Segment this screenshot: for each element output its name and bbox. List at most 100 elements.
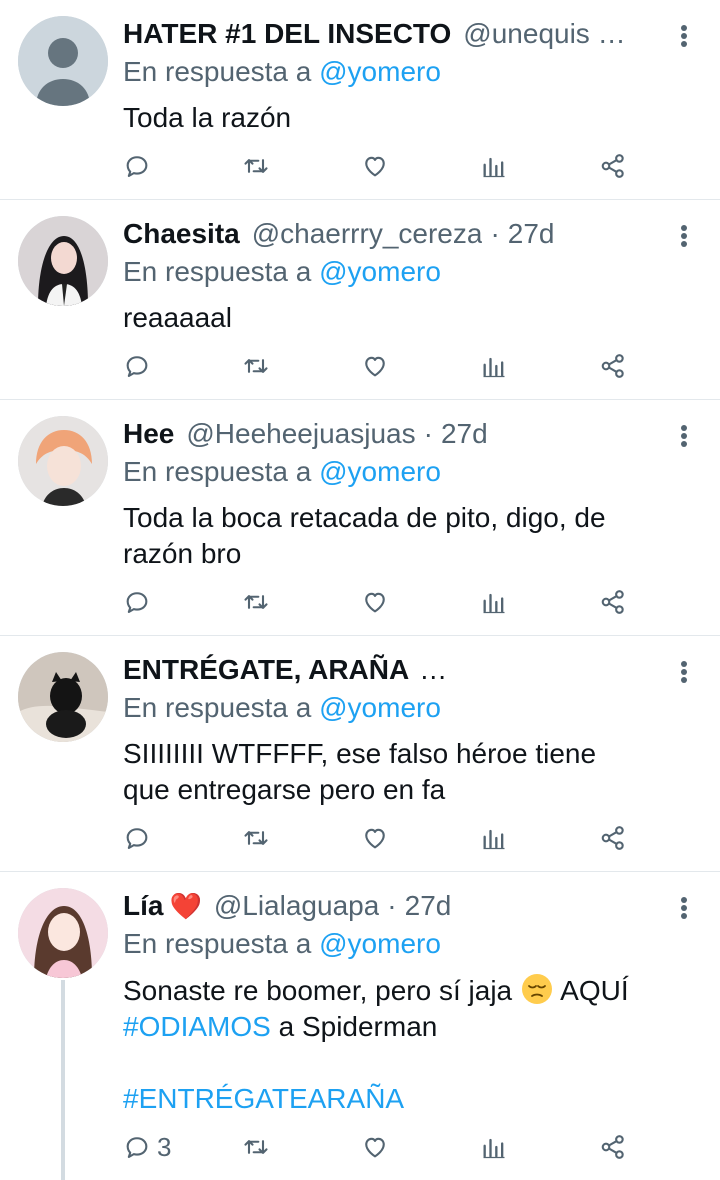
reply-mention-link[interactable]: @yomero bbox=[319, 456, 441, 487]
avatar[interactable] bbox=[18, 652, 108, 742]
tweet-text: Sonaste re boomer, pero sí jaja AQUÍ #OD… bbox=[123, 972, 664, 1117]
more-vertical-icon[interactable] bbox=[674, 894, 694, 922]
tweet-text: Toda la boca retacada de pito, digo, de … bbox=[123, 500, 664, 572]
tweet-text: reaaaaal bbox=[123, 300, 664, 336]
like-button[interactable] bbox=[361, 586, 389, 618]
reply-mention-link[interactable]: @yomero bbox=[319, 56, 441, 87]
reply-button[interactable] bbox=[123, 586, 151, 618]
user-handle[interactable]: @unequis … bbox=[463, 16, 625, 52]
separator-dot: · bbox=[387, 890, 397, 921]
retweet-icon bbox=[242, 588, 270, 616]
tweet-text-line: Toda la boca retacada de pito, digo, de bbox=[123, 502, 606, 533]
reply-icon bbox=[123, 824, 151, 852]
tweet[interactable]: Hee @Heeheejuasjuas · 27d En respuesta a… bbox=[0, 400, 720, 636]
heart-icon bbox=[361, 1133, 389, 1161]
replies-feed: HATER #1 DEL INSECTO @unequis … En respu… bbox=[0, 0, 720, 1180]
share-button[interactable] bbox=[599, 350, 627, 382]
tweet-age[interactable]: 27d bbox=[441, 416, 488, 452]
name-truncation: … bbox=[419, 654, 448, 685]
heart-icon bbox=[361, 824, 389, 852]
retweet-icon bbox=[242, 352, 270, 380]
tweet-text-line: Toda la razón bbox=[123, 102, 292, 133]
tweet-age[interactable]: 27d bbox=[508, 216, 555, 252]
reply-count: 3 bbox=[157, 1131, 172, 1162]
display-name[interactable]: Hee bbox=[123, 416, 174, 452]
share-icon bbox=[599, 1133, 627, 1161]
tweet[interactable]: ENTRÉGATE, ARAÑA … En respuesta a @yomer… bbox=[0, 636, 720, 872]
display-name[interactable]: Chaesita bbox=[123, 216, 240, 252]
user-handle[interactable]: @Heeheejuasjuas bbox=[186, 416, 415, 452]
tweet[interactable]: HATER #1 DEL INSECTO @unequis … En respu… bbox=[0, 0, 720, 200]
retweet-button[interactable] bbox=[242, 586, 270, 618]
user-handle[interactable]: @chaerrry_cereza bbox=[252, 216, 483, 252]
reply-mention-link[interactable]: @yomero bbox=[319, 928, 441, 959]
user-photo-icon bbox=[18, 652, 108, 742]
display-name[interactable]: Lía bbox=[123, 888, 163, 924]
like-button[interactable] bbox=[361, 1131, 389, 1163]
analytics-button[interactable] bbox=[480, 150, 508, 182]
reply-prefix: En respuesta a bbox=[123, 456, 312, 487]
retweet-button[interactable] bbox=[242, 1131, 270, 1163]
user-handle[interactable]: @Lialaguapa bbox=[214, 888, 379, 924]
analytics-button[interactable] bbox=[480, 586, 508, 618]
more-vertical-icon[interactable] bbox=[674, 658, 694, 686]
hashtag-link[interactable]: #ODIAMOS bbox=[123, 1011, 271, 1042]
retweet-button[interactable] bbox=[242, 350, 270, 382]
separator-dot: · bbox=[423, 418, 433, 449]
display-name[interactable]: HATER #1 DEL INSECTO bbox=[123, 16, 451, 52]
reply-mention-link[interactable]: @yomero bbox=[319, 692, 441, 723]
like-button[interactable] bbox=[361, 822, 389, 854]
pensive-face-emoji-icon bbox=[521, 974, 552, 1004]
tweet-text-line: razón bro bbox=[123, 538, 242, 569]
reply-icon bbox=[123, 1133, 151, 1161]
analytics-button[interactable] bbox=[480, 822, 508, 854]
more-vertical-icon[interactable] bbox=[674, 22, 694, 50]
share-button[interactable] bbox=[599, 586, 627, 618]
analytics-button[interactable] bbox=[480, 350, 508, 382]
tweet-text-segment: AQUÍ bbox=[560, 975, 629, 1006]
share-button[interactable] bbox=[599, 822, 627, 854]
tweet[interactable]: Chaesita @chaerrry_cereza · 27d En respu… bbox=[0, 200, 720, 400]
reply-context: En respuesta a @yomero bbox=[123, 690, 664, 726]
tweet[interactable]: Lía ❤️ @Lialaguapa · 27d En respuesta a … bbox=[0, 872, 720, 1180]
reply-context: En respuesta a @yomero bbox=[123, 54, 664, 90]
share-icon bbox=[599, 152, 627, 180]
avatar[interactable] bbox=[18, 888, 108, 978]
like-button[interactable] bbox=[361, 350, 389, 382]
display-name[interactable]: ENTRÉGATE, ARAÑA bbox=[123, 652, 409, 688]
reply-button[interactable] bbox=[123, 150, 151, 182]
tweet-text-line: #ENTRÉGATEARAÑA bbox=[123, 1081, 664, 1117]
reply-button[interactable]: 3 bbox=[123, 1131, 171, 1163]
tweet-text-line: #ODIAMOS a Spiderman bbox=[123, 1009, 664, 1045]
share-button[interactable] bbox=[599, 150, 627, 182]
more-vertical-icon[interactable] bbox=[674, 422, 694, 450]
avatar[interactable] bbox=[18, 16, 108, 106]
tweet-age[interactable]: 27d bbox=[405, 888, 452, 924]
avatar[interactable] bbox=[18, 216, 108, 306]
tweet-text-line: SIIIIIIII WTFFFF, ese falso héroe tiene bbox=[123, 738, 597, 769]
retweet-button[interactable] bbox=[242, 150, 270, 182]
reply-button[interactable] bbox=[123, 822, 151, 854]
tweet-text-line: reaaaaal bbox=[123, 302, 232, 333]
tweet-text-line: Sonaste re boomer, pero sí jaja AQUÍ bbox=[123, 972, 664, 1009]
avatar[interactable] bbox=[18, 416, 108, 506]
share-icon bbox=[599, 352, 627, 380]
reply-icon bbox=[123, 588, 151, 616]
share-button[interactable] bbox=[599, 1131, 627, 1163]
reply-context: En respuesta a @yomero bbox=[123, 454, 664, 490]
analytics-icon bbox=[480, 824, 508, 852]
hashtag-link[interactable]: #ENTRÉGATEARAÑA bbox=[123, 1083, 404, 1114]
reply-context: En respuesta a @yomero bbox=[123, 926, 664, 962]
retweet-icon bbox=[242, 152, 270, 180]
tweet-text-segment: a Spiderman bbox=[278, 1011, 438, 1042]
reply-mention-link[interactable]: @yomero bbox=[319, 256, 441, 287]
reply-button[interactable] bbox=[123, 350, 151, 382]
more-vertical-icon[interactable] bbox=[674, 222, 694, 250]
analytics-icon bbox=[480, 588, 508, 616]
reply-prefix: En respuesta a bbox=[123, 928, 312, 959]
analytics-button[interactable] bbox=[480, 1131, 508, 1163]
retweet-button[interactable] bbox=[242, 822, 270, 854]
user-photo-icon bbox=[18, 416, 108, 506]
like-button[interactable] bbox=[361, 150, 389, 182]
